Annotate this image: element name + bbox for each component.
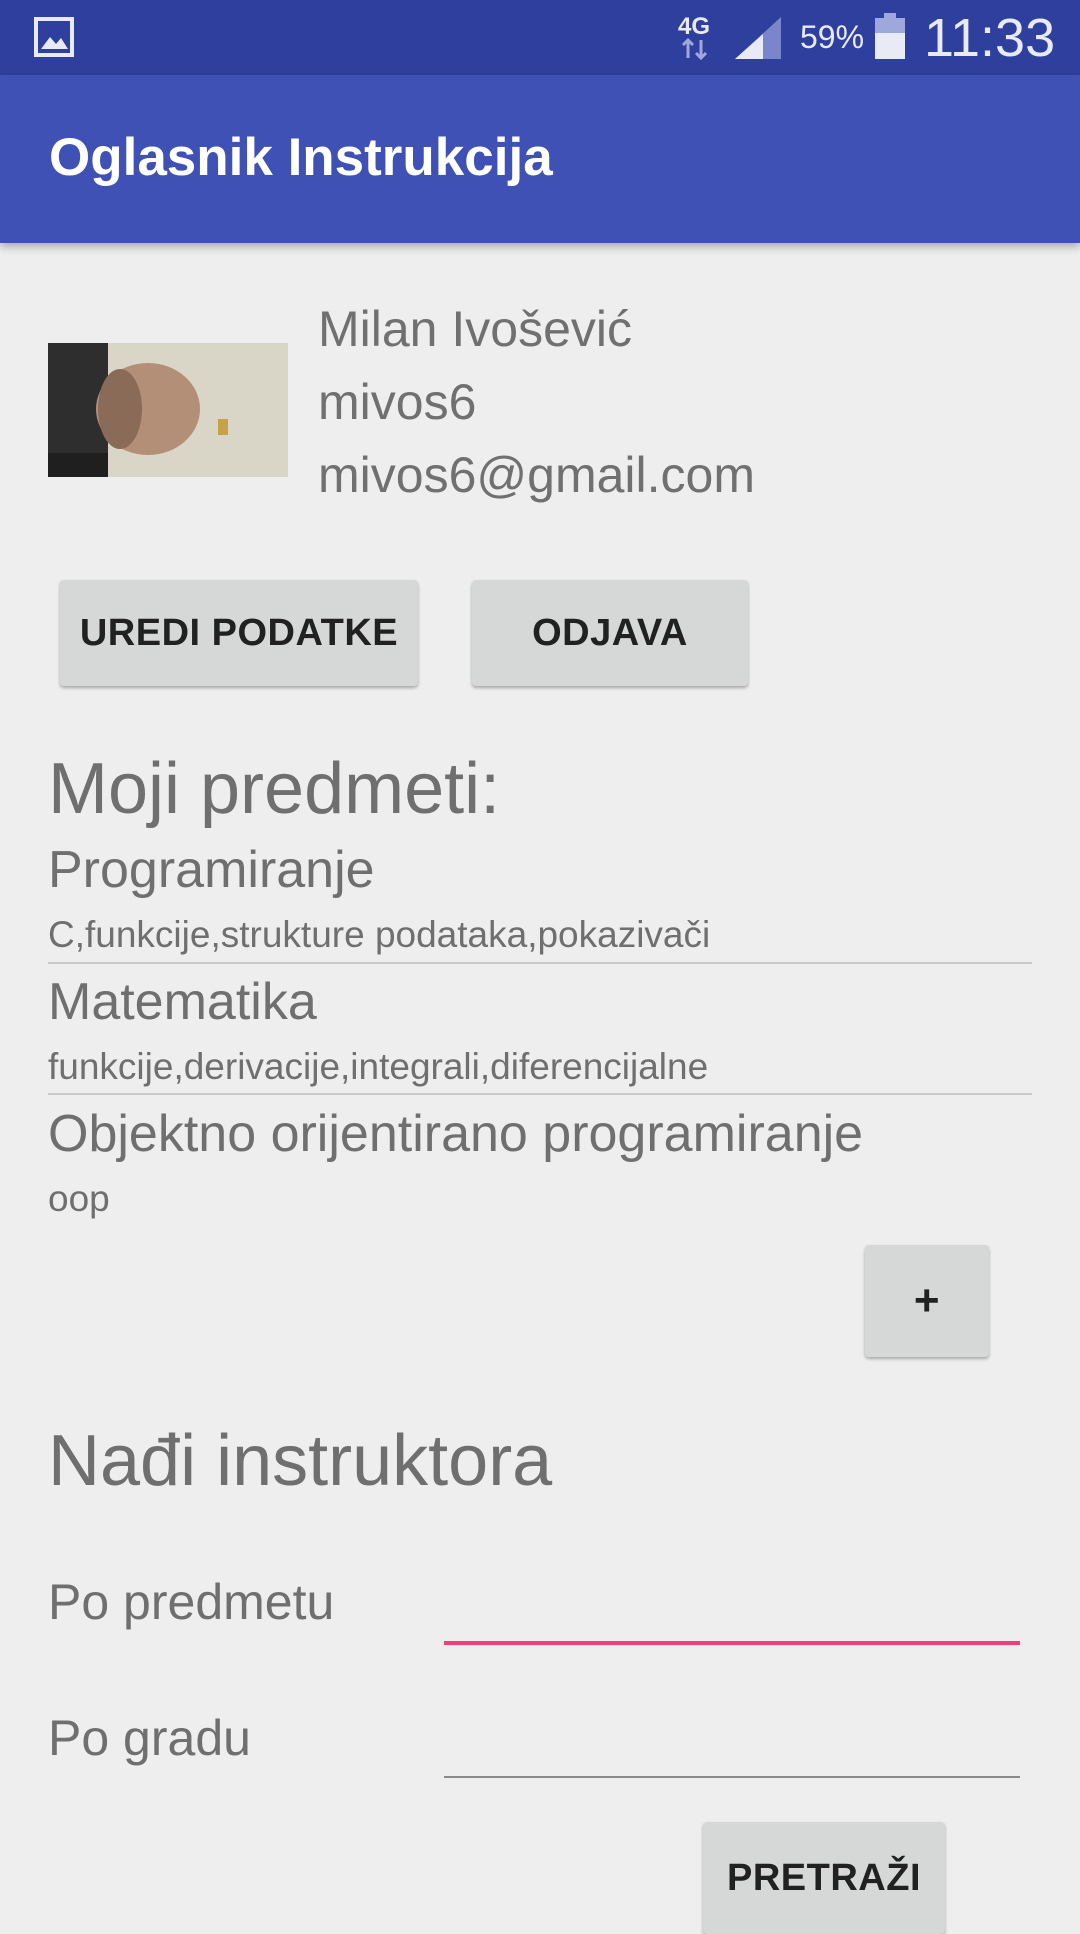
subject-search-input[interactable]: [444, 1576, 1020, 1636]
status-bar: 4G 59% 11:33: [0, 0, 1080, 75]
subject-description: oop: [48, 1178, 110, 1219]
network-type-text: 4G: [678, 13, 710, 40]
profile-username: mivos6: [318, 374, 477, 430]
battery-icon: [875, 13, 905, 59]
battery-percentage: 59%: [800, 19, 865, 55]
avatar-photo: [48, 343, 288, 477]
network-arrows-icon: 4G: [678, 13, 710, 61]
subject-name: Objektno orijentirano programiranje: [48, 1105, 864, 1163]
subject-description: C,funkcije,strukture podataka,pokazivači: [48, 914, 711, 955]
subject-input-underline: [444, 1641, 1020, 1645]
profile-email: mivos6@gmail.com: [318, 447, 755, 503]
city-field-label: Po gradu: [48, 1710, 251, 1766]
my-subjects-title: Moji predmeti:: [48, 749, 501, 829]
app-bar: Oglasnik Instrukcija: [0, 75, 1080, 243]
logout-button[interactable]: ODJAVA: [472, 580, 748, 686]
find-instructor-title: Nađi instruktora: [48, 1421, 553, 1501]
avatar: [48, 343, 288, 477]
city-search-input[interactable]: [444, 1712, 1020, 1772]
edit-profile-button[interactable]: UREDI PODATKE: [60, 580, 418, 686]
search-button[interactable]: PRETRAŽI: [703, 1822, 945, 1934]
subject-name: Matematika: [48, 973, 317, 1031]
city-input-underline: [444, 1776, 1020, 1778]
subject-name: Programiranje: [48, 841, 375, 899]
status-clock: 11:33: [924, 8, 1056, 68]
profile-name: Milan Ivošević: [318, 301, 632, 357]
subject-divider: [48, 962, 1032, 964]
subject-divider: [48, 1093, 1032, 1095]
add-subject-button[interactable]: +: [865, 1245, 989, 1357]
signal-icon: [735, 17, 781, 59]
subject-description: funkcije,derivacije,integrali,diferencij…: [48, 1046, 709, 1087]
app-title: Oglasnik Instrukcija: [49, 128, 553, 187]
subject-field-label: Po predmetu: [48, 1574, 335, 1630]
gallery-icon: [34, 17, 74, 57]
